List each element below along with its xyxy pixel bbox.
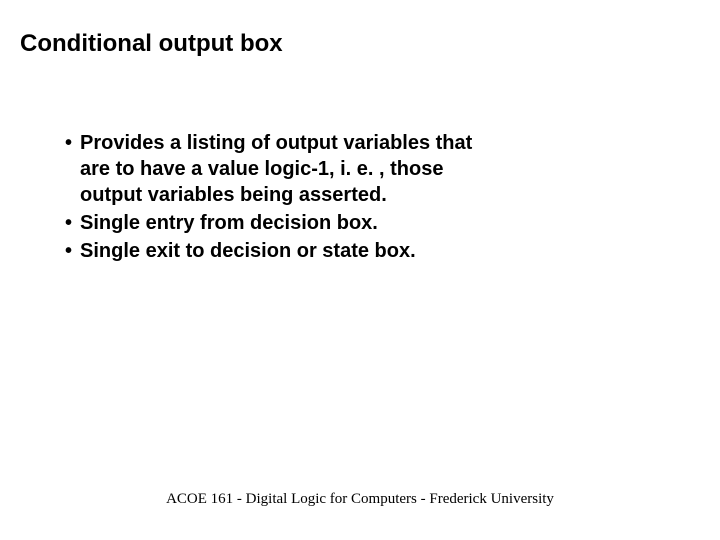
slide-footer: ACOE 161 - Digital Logic for Computers -… [0, 491, 720, 508]
list-item: • Single exit to decision or state box. [65, 238, 485, 264]
bullet-list: • Provides a listing of output variables… [65, 130, 485, 266]
list-item: • Provides a listing of output variables… [65, 130, 485, 208]
list-item: • Single entry from decision box. [65, 210, 485, 236]
slide-title: Conditional output box [20, 30, 283, 58]
bullet-text: Single entry from decision box. [80, 210, 378, 236]
bullet-icon: • [65, 130, 72, 156]
bullet-text: Single exit to decision or state box. [80, 238, 416, 264]
bullet-icon: • [65, 238, 72, 264]
bullet-text: Provides a listing of output variables t… [80, 130, 485, 208]
bullet-icon: • [65, 210, 72, 236]
